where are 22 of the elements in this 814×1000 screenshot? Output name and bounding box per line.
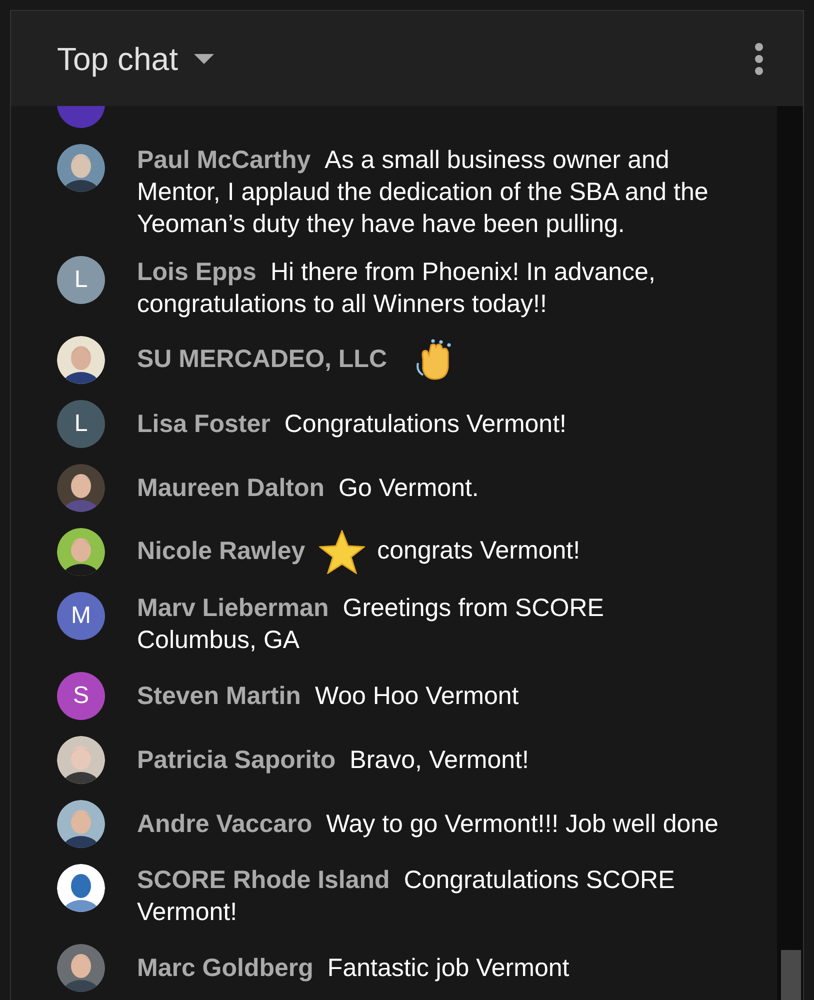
caret-icon (194, 54, 214, 64)
chat-message: Lois Epps Hi there from Phoenix! In advance, congratulations to all Winners today!! (137, 257, 656, 320)
star-icon (319, 530, 366, 574)
avatar: S (57, 672, 105, 720)
avatar: M (57, 592, 105, 640)
message-text: congrats Vermont! (377, 536, 580, 565)
author-name: SU MERCADEO, LLC (137, 344, 387, 373)
avatar: L (57, 256, 105, 304)
avatar: L (57, 400, 105, 448)
chat-message: Paul McCarthy As a small business owner and Mentor, I applaud the dedication of the SBA and the Yeoman’s duty they have have been pulling. (137, 145, 710, 240)
chat-message: SCORE Rhode Island Congratulations SCORE Vermont! (137, 865, 676, 928)
scrollbar-thumb[interactable] (781, 950, 801, 1000)
chat-message: Marv Lieberman Greetings from SCORE Columbus, GA (137, 593, 605, 656)
more-options-icon[interactable] (755, 42, 763, 74)
chat-message: Maureen Dalton Go Vermont. (137, 473, 479, 504)
chat-message: Andre Vaccaro Way to go Vermont!!! Job well done (137, 809, 718, 840)
chat-message: Lisa Foster Congratulations Vermont! (137, 409, 566, 440)
author-name: Nicole Rawley (137, 536, 306, 565)
chat-message: Marc Goldberg Fantastic job Vermont (137, 953, 570, 984)
chat-message: Patricia Saporito Bravo, Vermont! (137, 745, 529, 776)
chat-message: Steven Martin Woo Hoo Vermont (137, 681, 519, 712)
chat-mode-dropdown[interactable]: Top chat (57, 34, 214, 82)
